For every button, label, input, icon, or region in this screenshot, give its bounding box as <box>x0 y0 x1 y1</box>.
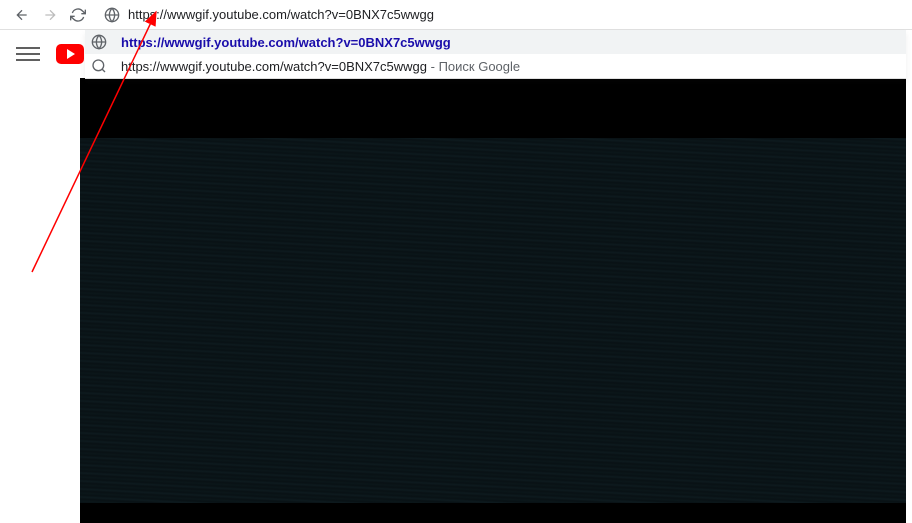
suggestion-suffix: - Поиск Google <box>427 59 520 74</box>
video-frame <box>80 138 906 503</box>
suggestion-url[interactable]: https://wwwgif.youtube.com/watch?v=0BNX7… <box>85 30 906 54</box>
forward-button[interactable] <box>36 1 64 29</box>
arrow-left-icon <box>14 7 30 23</box>
omnibox-suggestions: https://wwwgif.youtube.com/watch?v=0BNX7… <box>85 30 906 79</box>
search-icon <box>91 58 107 74</box>
video-player[interactable] <box>80 78 906 523</box>
suggestion-search[interactable]: https://wwwgif.youtube.com/watch?v=0BNX7… <box>85 54 906 78</box>
globe-icon <box>104 7 120 23</box>
back-button[interactable] <box>8 1 36 29</box>
hamburger-menu-button[interactable] <box>16 42 40 66</box>
suggestion-text: https://wwwgif.youtube.com/watch?v=0BNX7… <box>121 59 520 74</box>
arrow-right-icon <box>42 7 58 23</box>
globe-icon <box>91 34 107 50</box>
browser-toolbar: https://wwwgif.youtube.com/watch?v=0BNX7… <box>0 0 912 30</box>
reload-icon <box>70 7 86 23</box>
suggestion-query: https://wwwgif.youtube.com/watch?v=0BNX7… <box>121 59 427 74</box>
address-bar[interactable]: https://wwwgif.youtube.com/watch?v=0BNX7… <box>128 1 904 29</box>
suggestion-text: https://wwwgif.youtube.com/watch?v=0BNX7… <box>121 35 451 50</box>
page-content <box>0 30 912 523</box>
reload-button[interactable] <box>64 1 92 29</box>
address-url: https://wwwgif.youtube.com/watch?v=0BNX7… <box>128 7 434 22</box>
youtube-logo-icon[interactable] <box>56 44 84 64</box>
